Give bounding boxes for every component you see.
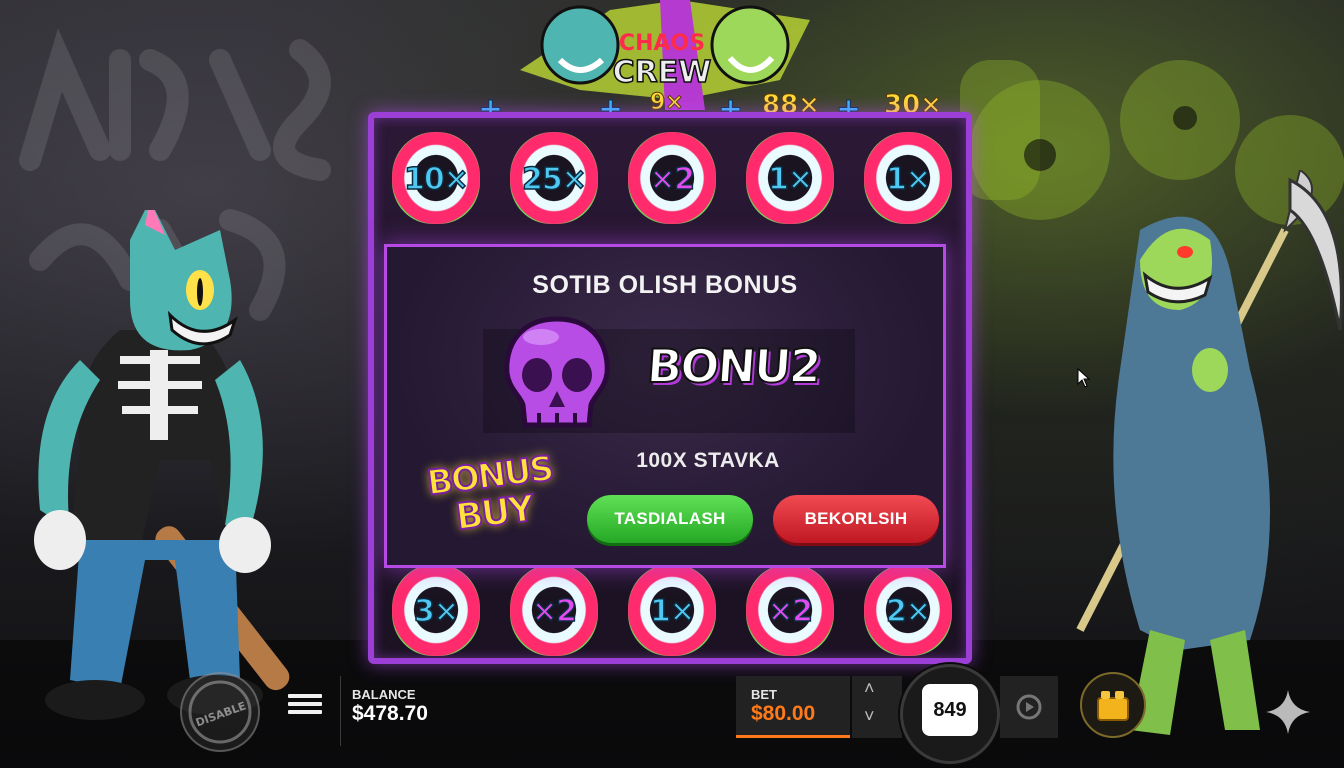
- autoplay-button[interactable]: [1000, 676, 1058, 738]
- bonus-buy-logo: BONUS BUY: [418, 448, 568, 559]
- confirm-button[interactable]: TASDIALASH: [587, 495, 753, 543]
- symbol-value: 3×: [413, 593, 460, 630]
- symbol-mouth: 1×: [742, 128, 838, 228]
- cancel-button[interactable]: BEKORLSIH: [773, 495, 939, 543]
- logo-line-2: CREW: [613, 55, 712, 90]
- symbol-mouth: 3×: [388, 560, 484, 660]
- symbol-mouth: 25×: [506, 128, 602, 228]
- symbol-mouth: 2×: [860, 560, 956, 660]
- skull-icon: [504, 316, 610, 428]
- symbol-value: 1×: [767, 161, 814, 198]
- symbol-mouth: 1×: [860, 128, 956, 228]
- chevron-up-icon[interactable]: ˄: [864, 678, 875, 699]
- symbol-value: ×2: [767, 593, 814, 630]
- bet-stepper[interactable]: ˄ ˅: [852, 676, 902, 738]
- symbol-mouth: ×2: [506, 560, 602, 660]
- chevron-down-icon[interactable]: ˅: [864, 706, 875, 727]
- game-scene: CHAOS CREW + + 9× + 88× + 30× 10× 25× ×2…: [0, 0, 1344, 768]
- bet-label: BET: [751, 687, 777, 702]
- symbol-value: 1×: [885, 161, 932, 198]
- hacks-button[interactable]: [1080, 672, 1146, 738]
- symbol-value: ×2: [531, 593, 578, 630]
- dialog-title: SOTIB OLISH BONUS: [532, 271, 798, 299]
- autoplay-icon: [1016, 694, 1042, 720]
- balance-value: $478.70: [352, 702, 428, 725]
- disable-button[interactable]: DISABLE: [180, 672, 260, 752]
- bet-value: $80.00: [751, 702, 816, 725]
- logo-line-1: CHAOS: [619, 31, 705, 56]
- bonus-buy-dialog: SOTIB OLISH BONUS BONU2 100X STAVKA BONU…: [384, 244, 946, 568]
- feature-name: BONU2: [644, 338, 822, 394]
- symbol-value: 1×: [649, 593, 696, 630]
- sparkle-icon: [1266, 690, 1310, 734]
- balance-label: BALANCE: [352, 687, 416, 702]
- mouse-cursor-icon: [1077, 368, 1091, 388]
- symbol-value: ×2: [649, 161, 696, 198]
- symbol-mouth: ×2: [624, 128, 720, 228]
- menu-button[interactable]: [288, 690, 322, 724]
- lego-brick-icon: [1097, 691, 1129, 721]
- symbol-value: 25×: [521, 161, 587, 198]
- symbol-mouth: 10×: [388, 128, 484, 228]
- disable-label: DISABLE: [194, 699, 248, 729]
- hamburger-icon: [288, 694, 322, 698]
- symbol-mouth: 1×: [624, 560, 720, 660]
- symbol-value: 10×: [403, 161, 469, 198]
- price-label: 100X STAVKA: [636, 449, 780, 472]
- spin-counter[interactable]: 849: [922, 684, 978, 736]
- symbol-mouth: ×2: [742, 560, 838, 660]
- symbol-value: 2×: [885, 593, 932, 630]
- shield-icon: DISABLE: [188, 680, 252, 744]
